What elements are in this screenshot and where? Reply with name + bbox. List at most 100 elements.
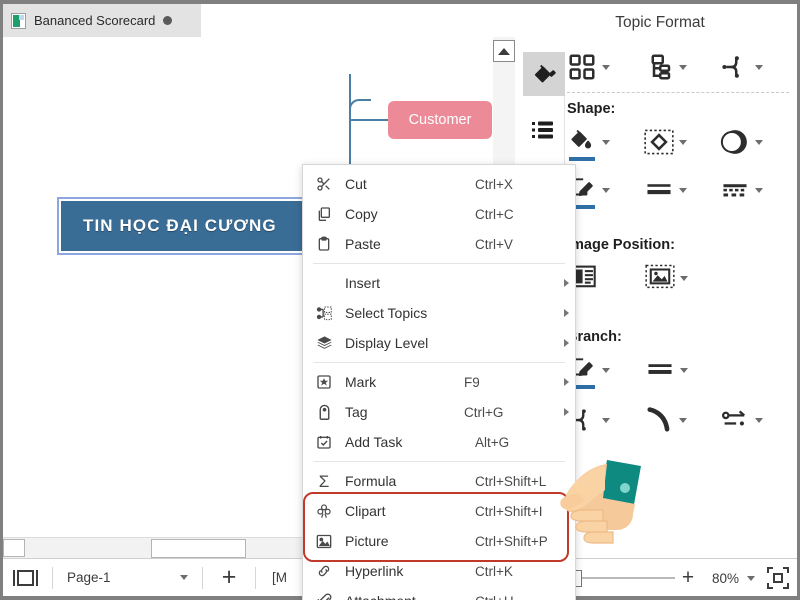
chevron-down-icon[interactable] <box>602 139 610 145</box>
structure-tree-icon <box>644 52 674 82</box>
paint-bucket-icon <box>534 64 556 83</box>
topic-main[interactable]: TIN HỌC ĐẠI CƯƠNG <box>61 201 327 251</box>
task-icon <box>313 432 335 452</box>
canvas-horizontal-scroll-thumb[interactable] <box>151 539 246 558</box>
line-style-button[interactable] <box>720 175 797 205</box>
chevron-down-icon[interactable] <box>755 139 764 145</box>
menu-item-label: Picture <box>345 533 389 549</box>
submenu-arrow-icon <box>564 309 569 317</box>
topic-customer[interactable]: Customer <box>388 101 492 139</box>
scissors-icon <box>313 174 335 194</box>
layout-grid-icon <box>567 52 597 82</box>
topic-main-wrapper[interactable]: TIN HỌC ĐẠI CƯƠNG <box>57 197 331 255</box>
layout-grid-button[interactable] <box>567 52 644 82</box>
menu-item-accel: Ctrl+V <box>475 236 513 252</box>
connector-elbow <box>349 99 371 121</box>
chevron-down-icon[interactable] <box>678 187 687 193</box>
submenu-arrow-icon <box>564 279 569 287</box>
menu-item-add-task[interactable]: Add Task Alt+G <box>303 427 575 457</box>
shadow-button[interactable] <box>720 127 797 157</box>
blank-icon <box>313 273 335 293</box>
branch-layout-button[interactable] <box>567 405 644 435</box>
scroll-left-button[interactable] <box>3 539 25 557</box>
menu-item-label: Formula <box>345 473 397 489</box>
scroll-up-button[interactable] <box>493 40 515 62</box>
image-left-button[interactable] <box>567 263 645 293</box>
menu-item-label: Clipart <box>345 503 386 519</box>
branch-curve-button[interactable] <box>644 405 721 435</box>
page-view-icon <box>13 569 38 586</box>
menu-item-attachment[interactable]: Attachment Ctrl+H <box>303 586 575 600</box>
shape-diamond-icon <box>644 127 674 157</box>
zoom-in-button[interactable]: + <box>675 566 701 590</box>
menu-item-insert[interactable]: Insert <box>303 268 575 298</box>
fit-to-page-icon[interactable] <box>767 567 789 589</box>
zoom-slider[interactable] <box>563 568 675 588</box>
page-view-button[interactable] <box>3 559 46 597</box>
menu-item-copy[interactable]: Copy Ctrl+C <box>303 199 575 229</box>
chevron-down-icon[interactable] <box>678 139 687 145</box>
structure-row <box>567 52 797 82</box>
rail-button-style[interactable] <box>523 52 565 96</box>
submenu-arrow-icon <box>564 339 569 347</box>
tag-icon <box>313 402 335 422</box>
menu-item-clipart[interactable]: Clipart Ctrl+Shift+I <box>303 496 575 526</box>
image-fit-icon <box>645 263 675 293</box>
menu-item-mark[interactable]: Mark F9 <box>303 367 575 397</box>
clipart-icon <box>313 501 335 521</box>
branch-structure-button[interactable] <box>720 52 797 82</box>
chevron-down-icon[interactable] <box>678 64 687 70</box>
chevron-down-icon[interactable] <box>755 187 764 193</box>
structure-tree-button[interactable] <box>644 52 721 82</box>
chevron-up-icon <box>498 47 510 55</box>
add-page-button[interactable]: + <box>209 565 249 590</box>
image-fit-button[interactable] <box>645 263 723 293</box>
chevron-down-icon[interactable] <box>680 367 688 373</box>
menu-item-accel: F9 <box>464 374 480 390</box>
chevron-down-icon[interactable] <box>602 64 610 70</box>
menu-item-label: Select Topics <box>345 305 428 321</box>
shape-select-button[interactable] <box>644 127 721 157</box>
context-menu[interactable]: Cut Ctrl+X Copy Ctrl+C Paste Ctrl+V Inse… <box>302 164 576 600</box>
menu-item-accel: Ctrl+H <box>475 594 575 600</box>
menu-item-select-topics[interactable]: Select Topics <box>303 298 575 328</box>
chevron-down-icon[interactable] <box>755 64 764 70</box>
chevron-down-icon[interactable] <box>755 417 764 423</box>
menu-separator <box>313 263 565 264</box>
menu-item-accel: Ctrl+C <box>475 206 514 222</box>
menu-item-cut[interactable]: Cut Ctrl+X <box>303 169 575 199</box>
chevron-down-icon[interactable] <box>180 575 188 580</box>
line-weight-button[interactable] <box>644 175 721 205</box>
branch-taper-icon <box>720 405 750 435</box>
branch-color-button[interactable] <box>567 355 645 389</box>
menu-separator <box>313 362 565 363</box>
menu-item-display-level[interactable]: Display Level <box>303 328 575 358</box>
chevron-down-icon[interactable] <box>602 187 610 193</box>
fill-color-button[interactable] <box>567 127 644 161</box>
xmind-file-icon <box>11 12 26 29</box>
panel-divider <box>567 92 789 93</box>
chevron-down-icon[interactable] <box>602 417 610 423</box>
chevron-down-icon[interactable] <box>680 275 688 281</box>
line-style-icon <box>720 175 750 205</box>
document-tab[interactable]: Bananced Scorecard <box>3 4 201 37</box>
status-divider <box>255 566 256 589</box>
menu-item-tag[interactable]: Tag Ctrl+G <box>303 397 575 427</box>
menu-item-paste[interactable]: Paste Ctrl+V <box>303 229 575 259</box>
chevron-down-icon[interactable] <box>602 367 610 373</box>
branch-weight-button[interactable] <box>645 355 723 385</box>
page-selector[interactable]: Page-1 <box>59 565 196 591</box>
border-color-button[interactable] <box>567 175 644 209</box>
menu-separator <box>313 461 565 462</box>
menu-item-label: Cut <box>345 176 367 192</box>
branch-section-label: Branch: <box>567 329 622 345</box>
menu-item-picture[interactable]: Picture Ctrl+Shift+P <box>303 526 575 556</box>
zoom-level-label: 80% <box>711 570 739 586</box>
rail-button-outline[interactable] <box>523 108 565 152</box>
chevron-down-icon[interactable] <box>747 575 755 581</box>
chevron-down-icon[interactable] <box>678 417 687 423</box>
menu-item-hyperlink[interactable]: Hyperlink Ctrl+K <box>303 556 575 586</box>
branch-row-2 <box>567 405 797 435</box>
menu-item-formula[interactable]: Σ Formula Ctrl+Shift+L <box>303 466 575 496</box>
branch-taper-button[interactable] <box>720 405 797 435</box>
